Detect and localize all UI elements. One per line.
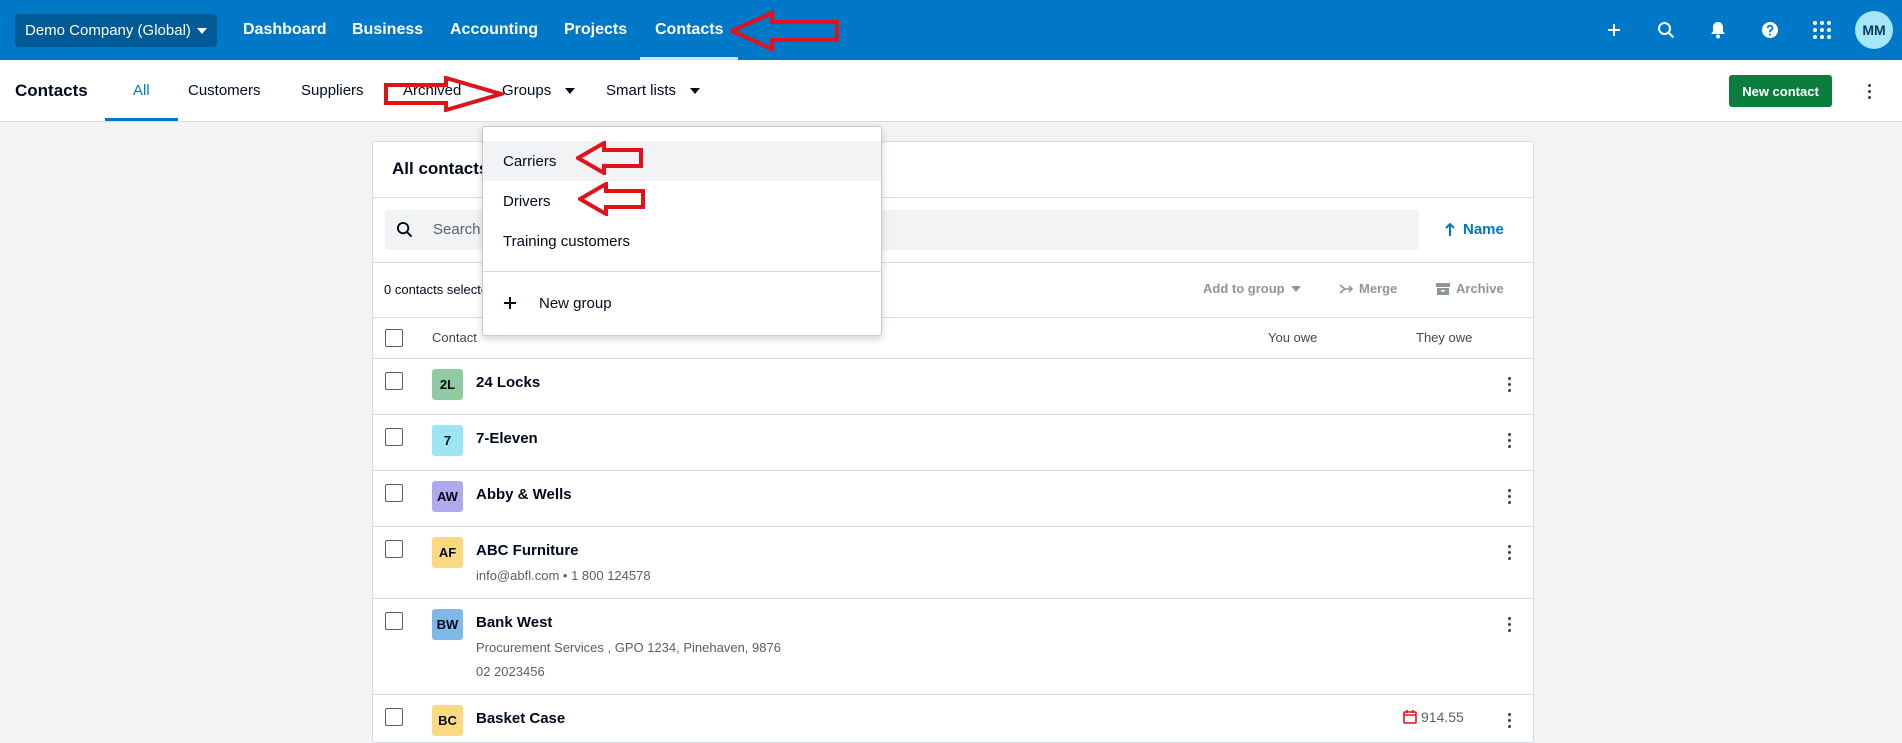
add-to-group-button[interactable]: Add to group bbox=[1203, 281, 1301, 296]
groups-dropdown-menu: Carriers Drivers Training customers New … bbox=[482, 126, 882, 336]
merge-icon bbox=[1339, 283, 1353, 294]
new-contact-button[interactable]: New contact bbox=[1729, 75, 1832, 107]
tab-smart-lists-label: Smart lists bbox=[606, 82, 677, 99]
search-placeholder: Search bbox=[433, 221, 481, 238]
divider bbox=[373, 358, 1533, 359]
sort-by-name-button[interactable]: Name bbox=[1445, 221, 1504, 238]
menu-item-label: Carriers bbox=[503, 152, 557, 170]
divider bbox=[373, 470, 1533, 471]
nav-accounting[interactable]: Accounting bbox=[450, 0, 538, 60]
nav-projects[interactable]: Projects bbox=[564, 0, 627, 60]
contact-avatar: AW bbox=[432, 481, 463, 512]
column-they-owe[interactable]: They owe bbox=[1416, 330, 1472, 345]
row-more-icon[interactable] bbox=[1499, 708, 1519, 732]
app-grid-icon[interactable] bbox=[1804, 12, 1840, 48]
plus-icon bbox=[504, 297, 516, 309]
tab-all[interactable]: All bbox=[105, 60, 177, 121]
row-checkbox[interactable] bbox=[385, 612, 403, 630]
merge-button[interactable]: Merge bbox=[1339, 281, 1397, 296]
top-navigation-bar: Demo Company (Global) Dashboard Business… bbox=[0, 0, 1902, 60]
archive-button[interactable]: Archive bbox=[1436, 281, 1504, 296]
row-more-icon[interactable] bbox=[1499, 372, 1519, 396]
they-owe-amount: 914.55 bbox=[1403, 709, 1464, 725]
menu-item-label: Drivers bbox=[503, 192, 551, 210]
annotation-arrow-icon bbox=[578, 182, 645, 216]
contact-avatar: BC bbox=[432, 705, 463, 736]
organisation-name: Demo Company (Global) bbox=[25, 22, 191, 39]
column-contact[interactable]: Contact bbox=[432, 330, 477, 345]
caret-down-icon bbox=[1290, 285, 1301, 292]
menu-item-label: Training customers bbox=[503, 232, 630, 250]
row-more-icon[interactable] bbox=[1499, 428, 1519, 452]
column-you-owe[interactable]: You owe bbox=[1268, 330, 1317, 345]
new-group-button[interactable]: New group bbox=[483, 283, 881, 323]
caret-down-icon bbox=[690, 87, 701, 94]
contact-avatar: AF bbox=[432, 537, 463, 568]
more-options-icon[interactable] bbox=[1859, 79, 1879, 103]
divider bbox=[373, 598, 1533, 599]
row-more-icon[interactable] bbox=[1499, 612, 1519, 636]
tab-suppliers[interactable]: Suppliers bbox=[301, 60, 364, 121]
divider bbox=[373, 526, 1533, 527]
nav-business[interactable]: Business bbox=[352, 0, 423, 60]
divider bbox=[483, 271, 881, 272]
tab-groups-label: Groups bbox=[502, 82, 552, 99]
divider bbox=[373, 414, 1533, 415]
row-checkbox[interactable] bbox=[385, 484, 403, 502]
annotation-arrow-icon bbox=[384, 76, 504, 112]
select-all-checkbox[interactable] bbox=[385, 329, 403, 347]
divider bbox=[373, 694, 1533, 695]
menu-item-carriers[interactable]: Carriers bbox=[483, 141, 881, 181]
contact-phone: 02 2023456 bbox=[476, 664, 545, 679]
card-title: All contacts bbox=[392, 159, 489, 178]
annotation-arrow-icon bbox=[730, 10, 839, 52]
new-group-label: New group bbox=[539, 294, 612, 312]
contact-details: info@abfl.com • 1 800 124578 bbox=[476, 568, 651, 583]
contact-avatar: 7 bbox=[432, 425, 463, 456]
search-icon bbox=[396, 221, 413, 238]
merge-label: Merge bbox=[1359, 281, 1398, 296]
caret-down-icon bbox=[565, 87, 576, 94]
contact-name[interactable]: 7-Eleven bbox=[476, 430, 538, 447]
tab-customers[interactable]: Customers bbox=[188, 60, 261, 121]
search-icon[interactable] bbox=[1648, 12, 1684, 48]
they-owe-value: 914.55 bbox=[1421, 709, 1464, 725]
archive-icon bbox=[1436, 282, 1450, 295]
annotation-arrow-icon bbox=[576, 141, 643, 175]
tab-groups[interactable]: Groups bbox=[502, 60, 576, 121]
page-title: Contacts bbox=[15, 81, 88, 100]
tab-smart-lists[interactable]: Smart lists bbox=[606, 60, 701, 121]
contact-name[interactable]: Bank West bbox=[476, 614, 552, 631]
sort-label: Name bbox=[1463, 221, 1504, 238]
contacts-subnav: Contacts All Customers Suppliers Archive… bbox=[0, 60, 1902, 122]
row-checkbox[interactable] bbox=[385, 708, 403, 726]
organisation-switcher[interactable]: Demo Company (Global) bbox=[15, 14, 217, 47]
contact-name[interactable]: ABC Furniture bbox=[476, 542, 579, 559]
arrow-up-icon bbox=[1445, 222, 1455, 236]
caret-down-icon bbox=[196, 27, 207, 34]
row-more-icon[interactable] bbox=[1499, 484, 1519, 508]
plus-icon[interactable] bbox=[1596, 12, 1632, 48]
help-icon[interactable] bbox=[1752, 12, 1788, 48]
archive-label: Archive bbox=[1456, 281, 1504, 296]
row-checkbox[interactable] bbox=[385, 372, 403, 390]
contact-avatar: 2L bbox=[432, 369, 463, 400]
add-to-group-label: Add to group bbox=[1203, 281, 1285, 296]
bell-icon[interactable] bbox=[1700, 12, 1736, 48]
menu-item-drivers[interactable]: Drivers bbox=[483, 181, 881, 221]
contact-avatar: BW bbox=[432, 609, 463, 640]
contact-address: Procurement Services , GPO 1234, Pinehav… bbox=[476, 640, 781, 655]
row-checkbox[interactable] bbox=[385, 428, 403, 446]
selected-count: 0 contacts selected bbox=[384, 282, 496, 297]
overdue-calendar-icon bbox=[1403, 710, 1417, 724]
row-checkbox[interactable] bbox=[385, 540, 403, 558]
contact-name[interactable]: Abby & Wells bbox=[476, 486, 572, 503]
contact-name[interactable]: 24 Locks bbox=[476, 374, 540, 391]
user-avatar[interactable]: MM bbox=[1855, 11, 1893, 49]
menu-item-training-customers[interactable]: Training customers bbox=[483, 221, 881, 261]
row-more-icon[interactable] bbox=[1499, 540, 1519, 564]
nav-contacts[interactable]: Contacts bbox=[639, 0, 740, 60]
nav-dashboard[interactable]: Dashboard bbox=[243, 0, 327, 60]
